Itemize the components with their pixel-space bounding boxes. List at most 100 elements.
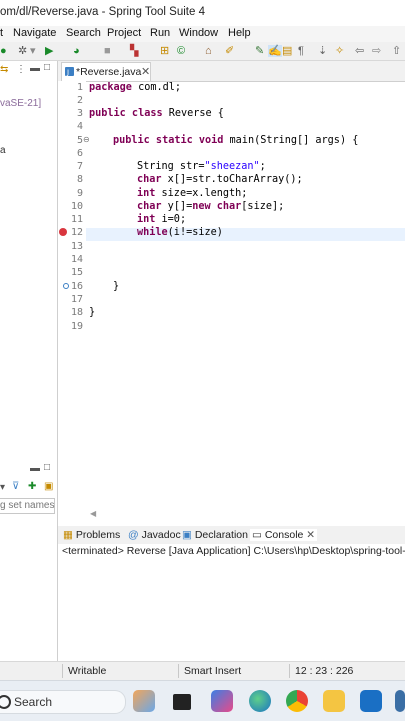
- code-line: }: [113, 281, 119, 292]
- javadoc-icon: @: [128, 529, 139, 541]
- minimize-icon[interactable]: ▬: [30, 63, 40, 74]
- code-line: public static void main(String[] args) {: [113, 135, 358, 146]
- outline-menu-icon[interactable]: ▾: [0, 482, 5, 493]
- new-package-icon[interactable]: ⊞: [160, 45, 169, 57]
- run-button-icon[interactable]: ▶: [45, 45, 53, 57]
- console-view[interactable]: <terminated> Reverse [Java Application] …: [58, 544, 405, 661]
- task-view-icon[interactable]: [173, 694, 191, 710]
- code-line: String str="sheezan";: [137, 161, 266, 172]
- maximize-icon[interactable]: □: [44, 62, 50, 73]
- outline-maximize-icon[interactable]: □: [44, 462, 50, 473]
- code-editor[interactable]: package com.dl; public class Reverse { p…: [86, 81, 405, 511]
- working-set-filter[interactable]: g set names: [0, 498, 55, 514]
- code-text: main(String[] args) {: [223, 135, 359, 146]
- open-type-icon[interactable]: ⌂: [205, 45, 212, 57]
- tab-console[interactable]: ▭ Console ✕: [250, 529, 318, 541]
- menu-navigate[interactable]: Navigate: [13, 27, 56, 39]
- edge-icon[interactable]: [249, 690, 271, 712]
- problems-icon: ▦: [63, 529, 73, 541]
- line-number: 10: [70, 201, 83, 212]
- line-number-ruler: 1 2 3 4 5 ⊖ 6 7 8 9 10 11 12 13 14 15 16…: [58, 81, 90, 526]
- keyword: package: [89, 82, 132, 93]
- link-editor-icon[interactable]: ⇆: [0, 64, 8, 75]
- whitespace-icon[interactable]: ¶: [298, 45, 304, 57]
- search-label: Search: [14, 695, 53, 709]
- tab-label: Console: [264, 529, 304, 541]
- close-console-icon[interactable]: ✕: [306, 529, 315, 541]
- search-tool-icon[interactable]: ✐: [225, 45, 234, 57]
- tab-javadoc[interactable]: @ Javadoc: [128, 529, 181, 541]
- next-annotation-icon[interactable]: ⇣: [318, 45, 327, 57]
- menu-run[interactable]: Run: [150, 27, 170, 39]
- line-number: 16: [70, 281, 83, 292]
- app-icon[interactable]: [395, 690, 405, 712]
- code-text: String str=: [137, 161, 205, 172]
- line-number: 6: [76, 148, 83, 159]
- code-text: y[]=: [161, 201, 193, 212]
- keyword: public class: [89, 108, 163, 119]
- copilot-icon[interactable]: [211, 690, 233, 712]
- menu-window[interactable]: Window: [179, 27, 218, 39]
- outline-minimize-icon[interactable]: ▬: [30, 463, 40, 474]
- code-text: ;: [259, 161, 266, 172]
- stop-icon[interactable]: ■: [104, 45, 111, 57]
- tab-declaration[interactable]: ▣ Declaration: [182, 529, 248, 541]
- code-line: }: [89, 307, 95, 318]
- add-icon[interactable]: ✚: [28, 481, 36, 492]
- chrome-icon[interactable]: [286, 690, 308, 712]
- widgets-icon[interactable]: [133, 690, 155, 712]
- jre-library-label[interactable]: vaSE-21]: [0, 98, 41, 109]
- file-explorer-icon[interactable]: [323, 690, 345, 712]
- console-icon: ▭: [252, 529, 262, 541]
- block-selection-icon[interactable]: ▤: [282, 45, 292, 57]
- code-text: Reverse {: [162, 108, 224, 119]
- status-bar: Writable Smart Insert 12 : 23 : 226: [0, 661, 405, 680]
- outlook-icon[interactable]: [360, 690, 382, 712]
- tab-problems[interactable]: ▦ Problems: [63, 529, 120, 541]
- taskbar-search-box[interactable]: Search: [0, 690, 126, 714]
- code-line: char x[]=str.toCharArray();: [137, 174, 303, 185]
- menu-project[interactable]: Project: [107, 27, 141, 39]
- forward-icon[interactable]: ⇨: [372, 45, 381, 57]
- declaration-icon: ▣: [182, 529, 192, 541]
- line-number: 3: [76, 108, 83, 119]
- menu-partial[interactable]: t: [0, 27, 3, 39]
- mark-occurrences-icon[interactable]: ✍: [268, 45, 282, 57]
- line-number: 11: [70, 214, 83, 225]
- line-number: 14: [70, 254, 83, 265]
- code-line-current: while(i!=size): [137, 227, 223, 238]
- close-tab-icon[interactable]: ✕: [141, 65, 150, 78]
- view-menu-icon[interactable]: ⋮: [16, 64, 26, 75]
- pin-icon[interactable]: ⇧: [392, 45, 401, 57]
- code-text: }: [89, 307, 96, 318]
- dropdown-icon[interactable]: ▾: [30, 45, 36, 57]
- server-icon[interactable]: ▚: [130, 45, 138, 57]
- tab-reverse-java[interactable]: J *Reverse.java ✕: [61, 62, 151, 81]
- new-class-icon[interactable]: ©: [177, 45, 185, 57]
- code-text: i=0;: [155, 214, 187, 225]
- tab-label: Declaration: [194, 529, 248, 541]
- line-number: 5: [76, 135, 83, 146]
- annotation-icon[interactable]: ✎: [255, 45, 264, 57]
- line-number: 9: [76, 188, 83, 199]
- status-separator: [289, 664, 290, 678]
- run-icon[interactable]: ●: [0, 45, 7, 57]
- menu-help[interactable]: Help: [228, 27, 251, 39]
- line-number: 8: [76, 174, 83, 185]
- prev-annotation-icon[interactable]: ✧: [335, 45, 344, 57]
- filter-icon[interactable]: ⊽: [12, 481, 19, 492]
- coverage-icon[interactable]: ◕: [73, 45, 80, 57]
- editor-horizontal-scrollbar[interactable]: ◀: [86, 509, 405, 521]
- back-icon[interactable]: ⇦: [355, 45, 364, 57]
- code-line: int i=0;: [137, 214, 186, 225]
- keyword: char: [137, 174, 162, 185]
- collapse-icon[interactable]: ▣: [44, 481, 53, 492]
- debug-icon[interactable]: ✲: [18, 45, 27, 57]
- svg-text:J: J: [66, 69, 69, 77]
- line-number: 13: [70, 241, 83, 252]
- line-number: 18: [70, 307, 83, 318]
- menu-search[interactable]: Search: [66, 27, 101, 39]
- keyword: while: [137, 227, 168, 238]
- tree-item-fragment[interactable]: a: [0, 145, 6, 156]
- scroll-left-icon[interactable]: ◀: [90, 509, 96, 518]
